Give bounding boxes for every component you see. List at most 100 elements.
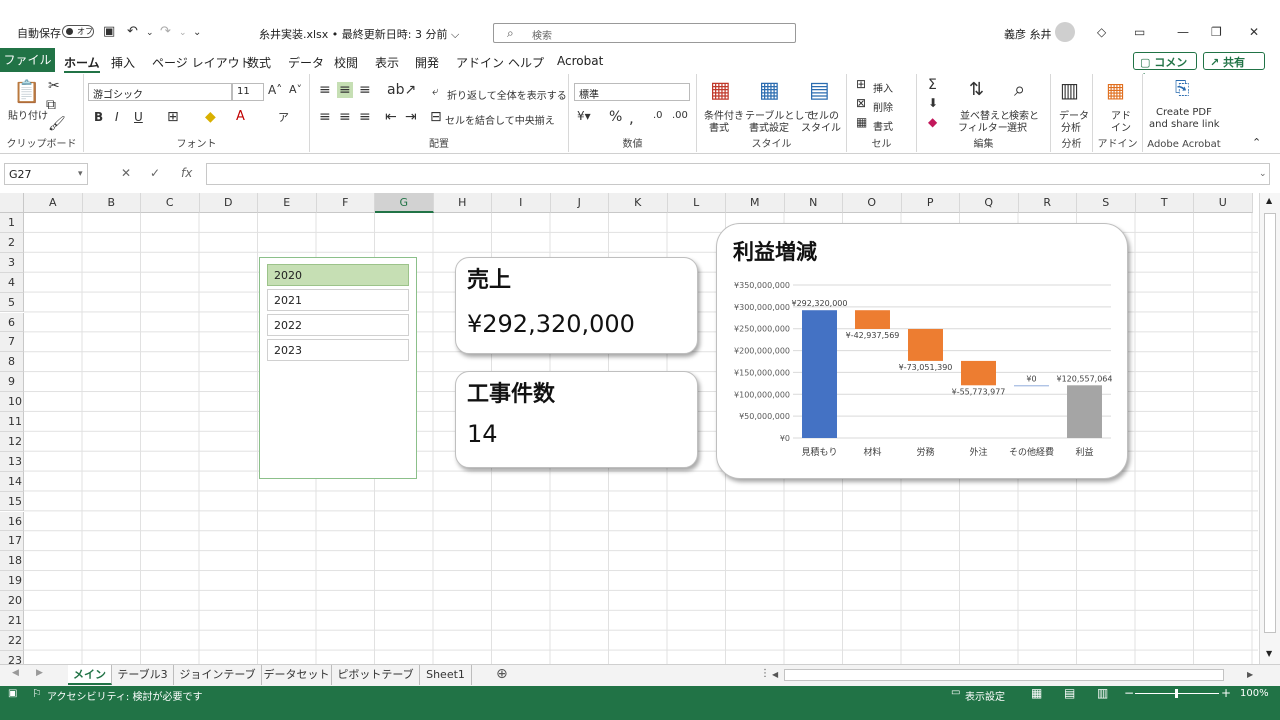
row-header-7[interactable]: 7 [0, 332, 24, 353]
zoom-level[interactable]: 100% [1240, 688, 1269, 699]
create-pdf-line2[interactable]: and share link [1149, 119, 1220, 130]
font-color-icon[interactable]: A [236, 109, 245, 124]
format-painter-icon[interactable]: 🖌 [48, 116, 66, 132]
align-middle-icon[interactable]: ≡ [337, 82, 353, 98]
cell-styles-icon[interactable]: ▤ [809, 78, 830, 103]
redo-icon[interactable]: ↷ [160, 24, 171, 39]
column-header-j[interactable]: J [550, 193, 609, 213]
column-header-n[interactable]: N [784, 193, 843, 213]
scroll-up-icon[interactable]: ▲ [1266, 196, 1272, 205]
undo-dropdown-icon[interactable]: ⌄ [146, 28, 154, 38]
row-header-23[interactable]: 23 [0, 650, 24, 665]
clear-icon[interactable]: ◆ [928, 115, 937, 129]
row-header-8[interactable]: 8 [0, 352, 24, 373]
column-header-b[interactable]: B [82, 193, 141, 213]
vertical-scrollbar[interactable]: ▲ ▼ [1259, 193, 1280, 665]
row-header-14[interactable]: 14 [0, 471, 24, 492]
align-bottom-icon[interactable]: ≡ [359, 82, 371, 98]
next-sheet-icon[interactable]: ▶ [36, 668, 43, 678]
accessibility-status[interactable]: アクセシビリティ: 検討が必要です [47, 688, 202, 703]
scroll-right-icon[interactable]: ▶ [1247, 670, 1253, 679]
wrap-text-icon[interactable]: ⤶ [432, 84, 439, 99]
percent-icon[interactable]: % [609, 109, 622, 125]
row-header-19[interactable]: 19 [0, 571, 24, 592]
accessibility-icon[interactable]: ⚐ [32, 687, 42, 700]
row-header-11[interactable]: 11 [0, 412, 24, 432]
italic-icon[interactable]: I [115, 110, 119, 124]
row-header-21[interactable]: 21 [0, 611, 24, 631]
column-header-q[interactable]: Q [960, 193, 1019, 213]
close-icon[interactable]: ✕ [1249, 25, 1259, 39]
zoom-out-icon[interactable]: − [1124, 686, 1134, 700]
column-header-d[interactable]: D [199, 193, 258, 213]
sheet-tab-0[interactable]: メイン [68, 665, 112, 685]
paste-label[interactable]: 貼り付け [8, 107, 48, 122]
tab-split-handle[interactable]: ⋮ [760, 668, 770, 679]
undo-icon[interactable]: ↶ [127, 24, 138, 39]
sales-card[interactable]: 売上 ¥292,320,000 [455, 257, 698, 354]
addins-line2[interactable]: イン [1111, 119, 1131, 134]
customize-qat-icon[interactable]: ⌄ [193, 27, 201, 38]
share-button[interactable]: ↗ 共有 [1203, 52, 1265, 70]
tab-addins[interactable]: アドイン [456, 54, 504, 71]
row-header-13[interactable]: 13 [0, 451, 24, 472]
zoom-slider-knob[interactable] [1175, 689, 1178, 698]
prev-sheet-icon[interactable]: ◀ [12, 668, 19, 678]
row-header-20[interactable]: 20 [0, 591, 24, 611]
sheet-tab-2[interactable]: ジョインテーブル [174, 665, 262, 701]
number-format-select[interactable]: 標準 [574, 83, 690, 101]
align-left-icon[interactable]: ≡ [319, 109, 331, 125]
column-header-f[interactable]: F [316, 193, 375, 213]
column-header-o[interactable]: O [843, 193, 902, 213]
tab-view[interactable]: 表示 [375, 54, 399, 71]
column-header-t[interactable]: T [1135, 193, 1194, 213]
expand-formula-icon[interactable]: ⌄ [1259, 169, 1267, 179]
border-icon[interactable]: ⊞ [167, 109, 179, 125]
name-box[interactable]: G27 [4, 163, 88, 185]
horizontal-scrollbar[interactable] [784, 669, 1224, 681]
file-title[interactable]: 糸井実装.xlsx • 最終更新日時: 3 分前 ⌵ [259, 26, 459, 42]
display-settings-icon[interactable]: ▭ [951, 687, 960, 698]
grow-font-icon[interactable]: A˄ [268, 83, 282, 97]
align-right-icon[interactable]: ≡ [359, 109, 371, 125]
sort-filter-line2[interactable]: フィルター [958, 119, 1008, 134]
tab-help[interactable]: ヘルプ [508, 54, 544, 71]
avatar[interactable] [1055, 22, 1075, 42]
fill-color-icon[interactable]: ◆ [205, 109, 216, 125]
tab-file[interactable]: ファイル [0, 48, 55, 72]
tab-acrobat[interactable]: Acrobat [557, 54, 603, 68]
row-header-15[interactable]: 15 [0, 491, 24, 512]
scroll-left-icon[interactable]: ◀ [772, 670, 778, 679]
format-table-line2[interactable]: 書式設定 [749, 119, 789, 134]
delete-cells-icon[interactable]: ⊠ [856, 96, 866, 110]
redo-dropdown-icon[interactable]: ⌄ [179, 28, 187, 38]
orientation-icon[interactable]: ab↗ [387, 82, 416, 98]
column-header-h[interactable]: H [433, 193, 492, 213]
sheet-tab-4[interactable]: ピボットテーブル [332, 665, 420, 701]
waterfall-chart[interactable]: ¥0 ¥50,000,000 ¥100,000,000 ¥150,000,000 ¥20… [716, 223, 1128, 479]
cell-styles-line2[interactable]: スタイル [801, 119, 841, 134]
tab-page-layout[interactable]: ページ レイアウト [152, 54, 252, 71]
row-header-1[interactable]: 1 [0, 213, 24, 233]
copy-icon[interactable]: ⧉ [46, 97, 56, 113]
column-header-e[interactable]: E [258, 193, 317, 213]
row-header-3[interactable]: 3 [0, 252, 24, 273]
display-settings-button[interactable]: 表示設定 [965, 688, 1005, 703]
sort-filter-icon[interactable]: ⇅ [969, 79, 984, 100]
row-header-17[interactable]: 17 [0, 531, 24, 552]
insert-function-icon[interactable]: fx [181, 166, 192, 180]
column-header-m[interactable]: M [726, 193, 785, 213]
collapse-ribbon-icon[interactable]: ⌃ [1252, 136, 1261, 149]
column-header-i[interactable]: I [492, 193, 551, 213]
data-analysis-icon[interactable]: ▥ [1060, 78, 1079, 102]
slicer-item-2020[interactable]: 2020 [267, 264, 409, 286]
row-header-5[interactable]: 5 [0, 292, 24, 313]
column-header-c[interactable]: C [141, 193, 200, 213]
insert-cells-icon[interactable]: ⊞ [856, 77, 866, 91]
page-layout-view-icon[interactable]: ▤ [1064, 686, 1075, 700]
select-all-corner[interactable] [0, 193, 24, 213]
font-size-select[interactable]: 11 [232, 83, 264, 101]
row-header-6[interactable]: 6 [0, 312, 24, 333]
add-sheet-icon[interactable]: ⊕ [496, 666, 508, 682]
slicer-item-2021[interactable]: 2021 [267, 289, 409, 311]
